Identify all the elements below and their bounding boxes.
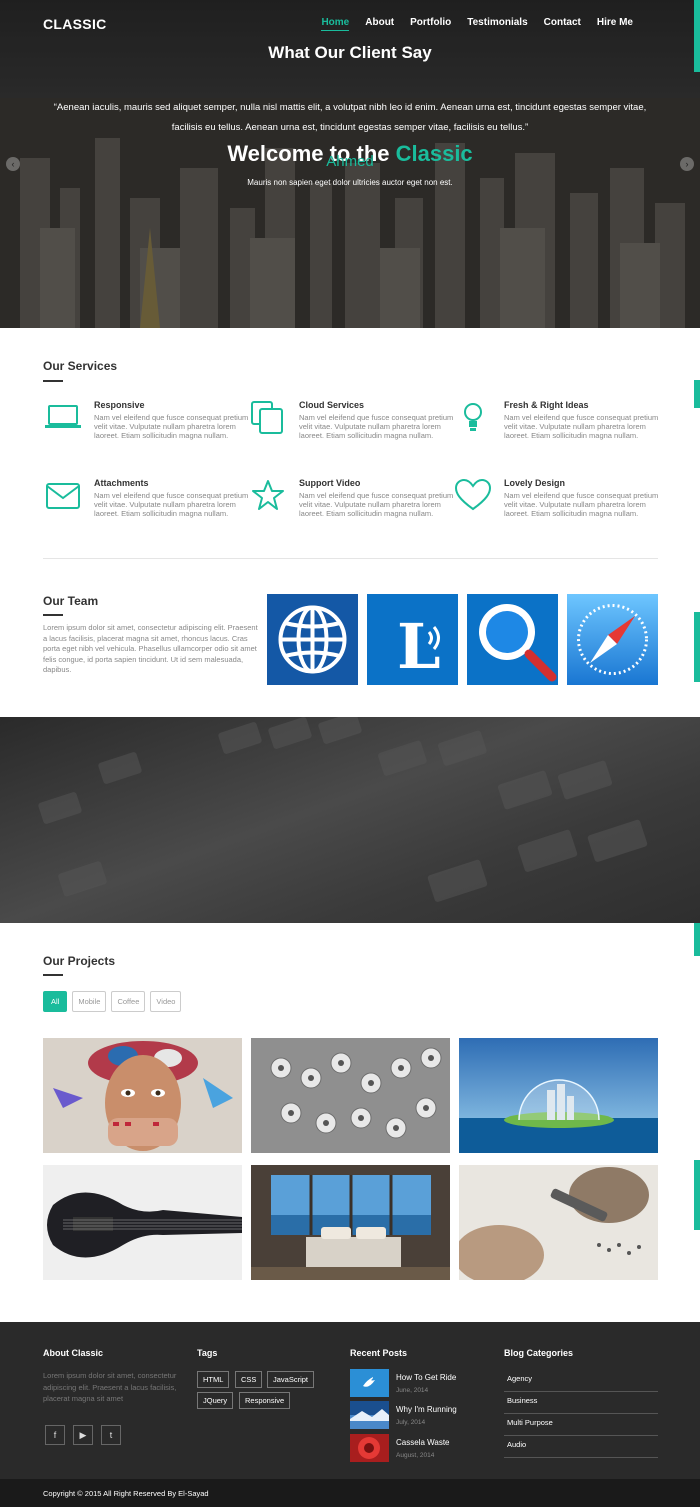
post-date: June, 2014 [396, 1387, 429, 1394]
testimonials-title: What Our Client Say [268, 43, 432, 62]
facebook-icon[interactable]: f [45, 1425, 65, 1445]
service-text: Nam vel eleifend que fusce consequat pre… [299, 413, 454, 440]
tag-jquery[interactable]: JQuery [197, 1392, 234, 1409]
service-text: Nam vel eleifend que fusce consequat pre… [94, 413, 249, 440]
side-tab[interactable] [694, 1160, 700, 1230]
star-icon [252, 480, 284, 510]
post-title[interactable]: How To Get Ride [396, 1373, 456, 1382]
category-agency[interactable]: Agency [504, 1370, 658, 1392]
globe-icon[interactable] [267, 594, 358, 685]
bass-guitar-image[interactable] [43, 1165, 242, 1280]
testimonial-author: Ahmed [326, 153, 374, 170]
nav-testimonials[interactable]: Testimonials [467, 17, 527, 31]
laptop-icon [45, 405, 81, 428]
service-text: Nam vel eleifend que fusce consequat pre… [504, 413, 659, 440]
team-title: Our Team [43, 594, 99, 608]
compass-icon[interactable] [567, 594, 658, 685]
search-icon[interactable] [467, 594, 558, 685]
footer-tags-title: Tags [197, 1348, 218, 1358]
copy-icon [251, 401, 283, 434]
island-dome-image[interactable] [459, 1038, 658, 1153]
category-audio[interactable]: Audio [504, 1436, 658, 1458]
post-title[interactable]: Why I'm Running [396, 1405, 457, 1414]
envelope-icon [46, 483, 80, 509]
service-name: Attachments [94, 478, 149, 488]
post-title[interactable]: Cassela Waste [396, 1438, 450, 1447]
team-text: Lorem ipsum dolor sit amet, consectetur … [43, 623, 258, 674]
filter-video[interactable]: Video [150, 991, 182, 1012]
footer-categories-title: Blog Categories [504, 1348, 574, 1358]
letter-l-icon[interactable]: L [367, 594, 458, 685]
project-filters: All Mobile Coffee Video [43, 991, 182, 1012]
service-text: Nam vel eleifend que fusce consequat pre… [504, 491, 659, 518]
footer-about-text: Lorem ipsum dolor sit amet, consectetur … [43, 1371, 177, 1403]
tag-css[interactable]: CSS [235, 1371, 263, 1388]
section-underline [43, 974, 63, 976]
service-text: Nam vel eleifend que fusce consequat pre… [299, 491, 454, 518]
keyboard-background-image [38, 717, 648, 902]
section-underline [43, 614, 63, 616]
testimonial-quote: “Aenean iaculis, mauris sed aliquet semp… [53, 102, 647, 133]
hands-tool-image[interactable] [459, 1165, 658, 1280]
nav-about[interactable]: About [365, 17, 394, 31]
lightbulb-icon [464, 403, 482, 431]
service-name: Cloud Services [299, 400, 365, 410]
copyright-text: Copyright © 2015 All Right Reserved By E… [43, 1489, 209, 1498]
services-title: Our Services [43, 359, 118, 373]
bedroom-view-image[interactable] [251, 1165, 450, 1280]
tag-responsive[interactable]: Responsive [239, 1392, 291, 1409]
youtube-icon[interactable]: ▶ [73, 1425, 93, 1445]
category-multi-purpose[interactable]: Multi Purpose [504, 1414, 658, 1436]
tag-javascript[interactable]: JavaScript [267, 1371, 315, 1388]
painted-face-image[interactable] [43, 1038, 242, 1153]
filter-all[interactable]: All [43, 991, 68, 1012]
nav-contact[interactable]: Contact [544, 17, 581, 31]
post-thumbnail[interactable] [350, 1401, 389, 1429]
service-name: Fresh & Right Ideas [504, 400, 589, 410]
tag-html[interactable]: HTML [197, 1371, 230, 1388]
footer-posts-title: Recent Posts [350, 1348, 408, 1358]
section-divider [43, 558, 658, 559]
nav-home[interactable]: Home [321, 17, 350, 31]
side-tab[interactable] [694, 612, 700, 682]
nav-portfolio[interactable]: Portfolio [410, 17, 451, 31]
filter-mobile[interactable]: Mobile [72, 991, 107, 1012]
post-date: August, 2014 [396, 1452, 435, 1459]
testimonials-section [0, 717, 700, 923]
service-name: Lovely Design [504, 478, 566, 488]
post-thumbnail[interactable] [350, 1434, 389, 1462]
side-tab[interactable] [694, 380, 700, 408]
projects-title: Our Projects [43, 954, 116, 968]
post-date: July, 2014 [396, 1419, 426, 1426]
heart-icon [454, 478, 492, 511]
filter-coffee[interactable]: Coffee [111, 991, 146, 1012]
section-underline [43, 380, 63, 382]
brand-logo[interactable]: CLASSIC [43, 16, 107, 32]
service-name: Responsive [94, 400, 145, 410]
paper-rolls-image[interactable] [251, 1038, 450, 1153]
twitter-icon[interactable]: t [101, 1425, 121, 1445]
post-thumbnail[interactable] [350, 1369, 389, 1397]
footer-about-title: About Classic [43, 1348, 104, 1358]
service-text: Nam vel eleifend que fusce consequat pre… [94, 491, 249, 518]
service-name: Support Video [299, 478, 361, 488]
main-nav: Home About Portfolio Testimonials Contac… [321, 17, 633, 31]
category-business[interactable]: Business [504, 1392, 658, 1414]
hero-subtitle: Mauris non sapien eget dolor ultricies a… [247, 178, 453, 187]
copyright-bar: Copyright © 2015 All Right Reserved By E… [0, 1479, 700, 1507]
nav-hire-me[interactable]: Hire Me [597, 17, 633, 31]
